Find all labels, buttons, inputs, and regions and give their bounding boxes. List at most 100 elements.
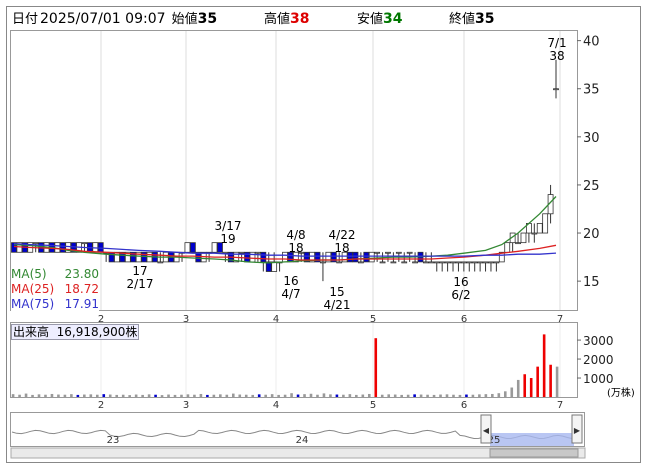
ma75-value: 17.91 (64, 297, 99, 311)
volume-bar (465, 394, 468, 397)
candle-body (515, 242, 521, 245)
volume-bar (510, 387, 514, 397)
volume-bar (516, 379, 520, 397)
volume-bar (251, 394, 255, 397)
navigator-scroll-thumb[interactable] (489, 448, 579, 458)
volume-bar (70, 394, 73, 397)
annotation-value: 38 (549, 49, 564, 63)
volume-bar (31, 394, 34, 397)
candle-body (412, 261, 418, 264)
chevron-right-icon: ▶ (574, 426, 581, 435)
candle-body (363, 251, 370, 263)
candle-body (455, 261, 462, 264)
annotation-date: 2/17 (127, 277, 154, 291)
volume-bar (322, 393, 326, 397)
volume-bar (83, 394, 86, 397)
candle-body (374, 251, 381, 254)
volume-bar (231, 393, 235, 397)
candle-body (406, 251, 413, 254)
candle-body (271, 261, 278, 272)
ma75-row: MA(75) 17.91 (11, 297, 99, 312)
candle-body (428, 261, 435, 264)
volume-bar (555, 366, 559, 397)
candle-body (260, 251, 267, 263)
volume-bar (57, 394, 60, 397)
volume-bar (199, 393, 203, 397)
low-value: 34 (383, 11, 403, 27)
candle-body (59, 242, 66, 253)
price-y-tick-label: 35 (583, 83, 600, 98)
price-x-tick-label: 7 (557, 314, 563, 325)
candle-body (320, 261, 326, 264)
volume-bar (206, 394, 209, 397)
ma5-value: 23.80 (64, 267, 99, 281)
annotation-value: 15 (329, 285, 344, 299)
volume-bar (303, 394, 306, 397)
annotation-date: 4/21 (324, 298, 351, 312)
volume-header: 出来高 16,918,900株 (11, 324, 140, 340)
volume-bar (154, 394, 157, 397)
candle-body (352, 251, 359, 263)
candle-body (542, 213, 549, 234)
candle-body (450, 261, 456, 264)
annotation-date: 4/22 (329, 228, 356, 242)
price-y-tick-label: 15 (583, 275, 600, 290)
candle-body (81, 242, 88, 245)
volume-bar (18, 394, 21, 397)
navigator-selection (490, 433, 574, 446)
price-y-tick-label: 25 (583, 179, 600, 194)
candle-body (385, 251, 391, 254)
ma5-row: MA(5) 23.80 (11, 267, 99, 282)
volume-bar (419, 394, 423, 397)
annotation-date: 4/7 (281, 287, 300, 301)
volume-bar (108, 394, 112, 397)
ma75-label: MA(75) (11, 297, 55, 311)
volume-bar (212, 394, 216, 397)
volume-bar (491, 393, 494, 397)
candle-body (439, 261, 446, 264)
close-value: 35 (475, 11, 495, 27)
volume-bar (329, 394, 332, 397)
volume-bar (380, 394, 384, 397)
candle-body (108, 251, 115, 263)
ma-legend: MA(5) 23.80 MA(25) 18.72 MA(75) 17.91 (11, 267, 99, 312)
volume-bar (316, 394, 319, 397)
volume-bar (141, 394, 144, 397)
volume-bar (452, 394, 455, 397)
high-value: 38 (290, 11, 310, 27)
volume-bar (374, 338, 378, 397)
candle-body (211, 242, 218, 253)
volume-bar (102, 394, 106, 397)
volume-bar (115, 394, 119, 397)
volume-x-tick-label: 7 (557, 400, 563, 411)
high-label: 高値 (264, 12, 291, 27)
annotation-date: 4/8 (286, 228, 305, 242)
volume-bar (180, 394, 183, 397)
annotation-value: 16 (283, 274, 298, 288)
volume-bar (121, 394, 125, 397)
volume-bar (296, 394, 300, 397)
volume-unit: (万株) (607, 388, 635, 399)
candle-body (282, 251, 288, 263)
volume-x-tick-label: 5 (370, 400, 376, 411)
volume-bar (219, 394, 222, 397)
ma25-value: 18.72 (64, 282, 99, 296)
candle-body (493, 261, 500, 264)
candle-body (390, 261, 397, 264)
candle-body (423, 261, 429, 264)
volume-label: 出来高 (13, 325, 50, 339)
navigator-year-label: 23 (107, 435, 120, 446)
volume-bar (367, 393, 371, 397)
volume-bar (536, 366, 539, 397)
volume-bar (348, 394, 352, 397)
ma25-row: MA(25) 18.72 (11, 282, 99, 297)
price-x-tick-label: 5 (370, 314, 376, 325)
candle-body (357, 261, 364, 264)
volume-bar (342, 394, 345, 397)
volume-bar (264, 394, 267, 397)
volume-bar (400, 394, 403, 397)
volume-bar (413, 394, 416, 397)
volume-x-tick-label: 3 (183, 400, 189, 411)
price-x-tick-label: 3 (183, 314, 189, 325)
volume-bar (134, 394, 138, 397)
